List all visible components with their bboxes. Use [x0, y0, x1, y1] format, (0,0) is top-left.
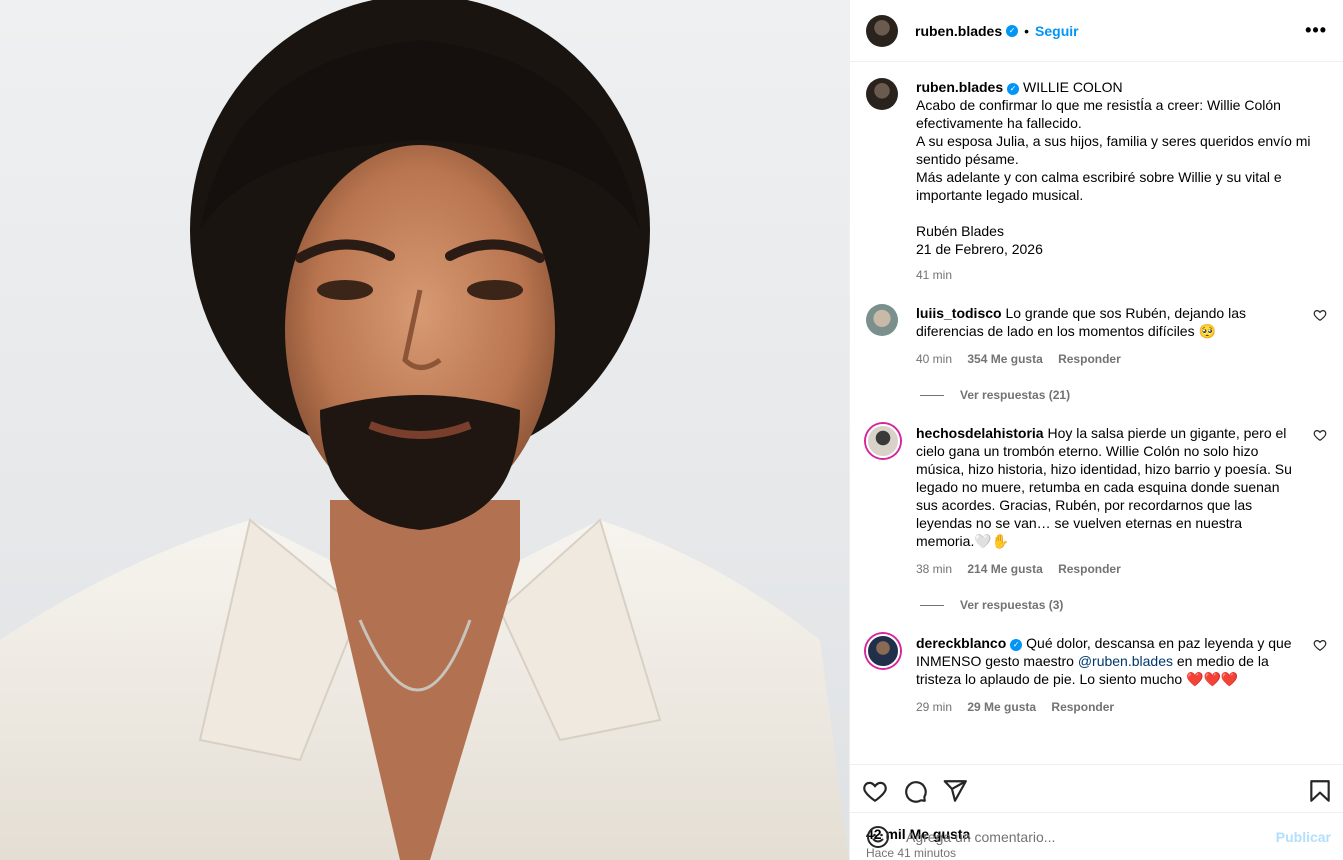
- commenter-avatar[interactable]: [866, 424, 900, 458]
- caption-title: WILLIE COLON: [1023, 79, 1123, 95]
- post-actions-bar: [850, 764, 1343, 816]
- replies-divider: [920, 604, 944, 606]
- caption-line: A su esposa Julia, a sus hijos, familia …: [916, 133, 1311, 167]
- comment-composer: Publicar: [850, 812, 1343, 860]
- comment-time: 38 min: [916, 562, 953, 576]
- comment-likes[interactable]: 29 Me gusta: [967, 700, 1036, 714]
- heart-icon[interactable]: [1313, 638, 1327, 652]
- comment-username[interactable]: hechosdelahistoria: [916, 425, 1044, 441]
- mention-link[interactable]: @ruben.blades: [1078, 653, 1173, 669]
- caption-line: Más adelante y con calma escribiré sobre…: [916, 169, 1282, 203]
- verified-badge-icon: ✓: [1010, 639, 1023, 651]
- caption-signature: Rubén Blades: [916, 223, 1004, 239]
- reply-button[interactable]: Responder: [1058, 352, 1121, 366]
- publish-button[interactable]: Publicar: [1276, 829, 1331, 845]
- heart-icon[interactable]: [862, 778, 888, 804]
- post-viewer: ruben.blades ✓ • Seguir ••• ruben.blades…: [0, 0, 1343, 860]
- post-photo[interactable]: [0, 0, 849, 860]
- comment-meta: 40 min 354 Me gusta Responder: [916, 352, 1303, 366]
- share-icon[interactable]: [942, 778, 968, 804]
- caption-meta: 41 min: [916, 268, 1327, 282]
- more-options-icon[interactable]: •••: [1305, 20, 1327, 41]
- replies-divider: [920, 394, 944, 396]
- comment-body: luiis_todisco Lo grande que sos Rubén, d…: [916, 304, 1303, 366]
- comment-item: dereckblanco ✓ Qué dolor, descansa en paz…: [866, 634, 1327, 714]
- comment-meta: 38 min 214 Me gusta Responder: [916, 562, 1303, 576]
- view-replies-button[interactable]: Ver respuestas (21): [920, 388, 1327, 402]
- comment-body: hechosdelahistoria Hoy la salsa pierde u…: [916, 424, 1303, 576]
- verified-badge-icon: ✓: [1007, 83, 1020, 95]
- comment-likes[interactable]: 354 Me gusta: [967, 352, 1042, 366]
- caption: ruben.blades ✓ WILLIE COLON Acabo de conf…: [866, 78, 1327, 282]
- comment-text: Hoy la salsa pierde un gigante, pero el …: [916, 425, 1292, 549]
- portrait-illustration: [0, 0, 849, 860]
- comment-username[interactable]: dereckblanco: [916, 635, 1006, 651]
- comment-input[interactable]: [906, 828, 1276, 845]
- author-username[interactable]: ruben.blades: [915, 23, 1002, 39]
- heart-icon[interactable]: [1313, 428, 1327, 442]
- view-replies-label[interactable]: Ver respuestas (21): [960, 388, 1070, 402]
- view-replies-button[interactable]: Ver respuestas (3): [920, 598, 1327, 612]
- comments-scroll-area[interactable]: ruben.blades ✓ WILLIE COLON Acabo de conf…: [850, 62, 1343, 764]
- comment-item: luiis_todisco Lo grande que sos Rubén, d…: [866, 304, 1327, 366]
- view-replies-label[interactable]: Ver respuestas (3): [960, 598, 1063, 612]
- reply-button[interactable]: Responder: [1058, 562, 1121, 576]
- bookmark-icon[interactable]: [1307, 778, 1333, 804]
- verified-badge-icon: ✓: [1006, 24, 1019, 37]
- emoji-icon[interactable]: [866, 825, 890, 849]
- caption-username[interactable]: ruben.blades: [916, 79, 1003, 95]
- caption-date: 21 de Febrero, 2026: [916, 241, 1043, 257]
- comment-icon[interactable]: [902, 778, 928, 804]
- comment-meta: 29 min 29 Me gusta Responder: [916, 700, 1303, 714]
- separator-dot: •: [1024, 22, 1030, 39]
- caption-body: ruben.blades ✓ WILLIE COLON Acabo de conf…: [916, 78, 1327, 282]
- author-avatar[interactable]: [866, 14, 898, 47]
- caption-time: 41 min: [916, 268, 953, 282]
- follow-button[interactable]: Seguir: [1035, 23, 1079, 39]
- reply-button[interactable]: Responder: [1051, 700, 1114, 714]
- comment-username[interactable]: luiis_todisco: [916, 305, 1002, 321]
- commenter-avatar[interactable]: [866, 304, 898, 336]
- comment-item: hechosdelahistoria Hoy la salsa pierde u…: [866, 424, 1327, 576]
- post-header: ruben.blades ✓ • Seguir •••: [850, 0, 1343, 62]
- caption-avatar[interactable]: [866, 78, 898, 110]
- comment-time: 40 min: [916, 352, 953, 366]
- comment-body: dereckblanco ✓ Qué dolor, descansa en paz…: [916, 634, 1303, 714]
- commenter-avatar[interactable]: [866, 634, 900, 668]
- heart-icon[interactable]: [1313, 308, 1327, 322]
- post-sidebar: ruben.blades ✓ • Seguir ••• ruben.blades…: [849, 0, 1343, 860]
- caption-line: Acabo de confirmar lo que me resistÍa a …: [916, 97, 1281, 131]
- comment-time: 29 min: [916, 700, 953, 714]
- comment-likes[interactable]: 214 Me gusta: [967, 562, 1042, 576]
